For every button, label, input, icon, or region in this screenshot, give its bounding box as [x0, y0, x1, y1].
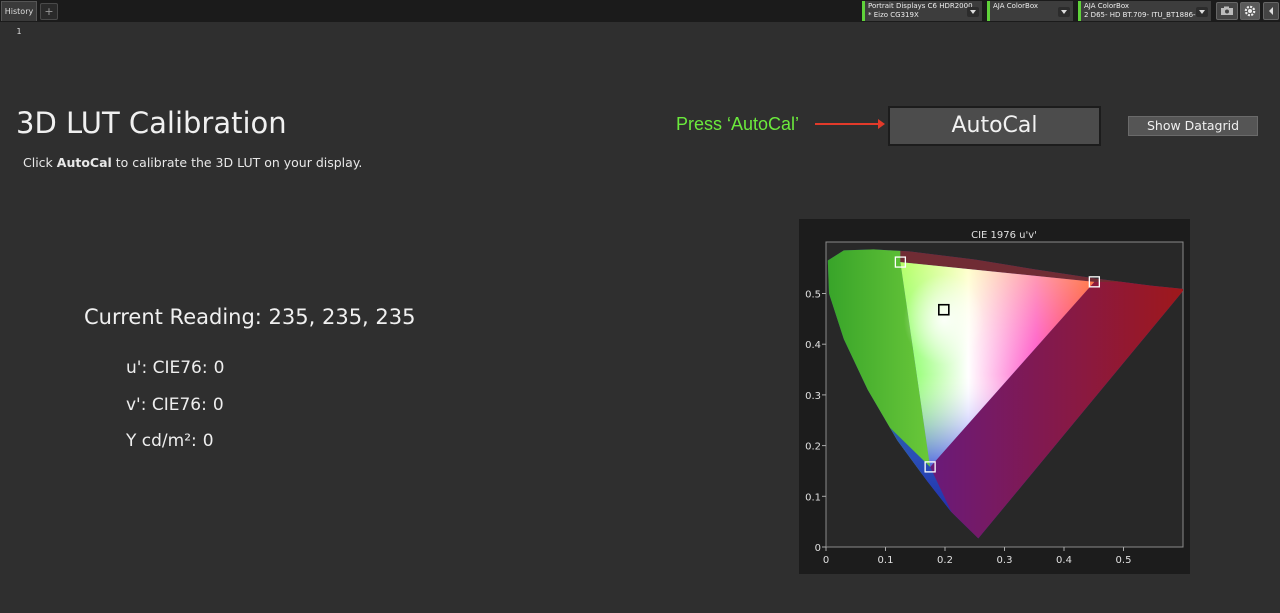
- device-selector-pattern-generator[interactable]: AJA ColorBox: [987, 1, 1073, 21]
- chevron-down-icon: [1196, 7, 1208, 17]
- v-prime-value: 0: [212, 395, 224, 415]
- current-reading: Current Reading: 235, 235, 235: [84, 305, 416, 329]
- cie-1976-uv-chart: CIE 1976 u'v' 00 0.1 0.1 0.2 0.2 0.3 0.3 0.4 0.4…: [805, 230, 1184, 566]
- y-tick-label: 0.4: [805, 340, 821, 351]
- tab-history-1[interactable]: History 1: [1, 1, 37, 36]
- y-tick-label: 0: [815, 543, 821, 554]
- y-tick-label: 0.5: [805, 290, 821, 301]
- u-prime-delta: u': CIE76: 0: [126, 358, 230, 378]
- chart-title: CIE 1976 u'v': [971, 230, 1037, 241]
- page-instructions: Click AutoCal to calibrate the 3D LUT on…: [23, 155, 362, 170]
- x-tick-label: 0: [823, 555, 829, 566]
- device-selector-lut-box[interactable]: AJA ColorBox 2 D65- HD BT.709- ITU_BT188…: [1078, 1, 1211, 21]
- gear-icon: [1244, 5, 1256, 17]
- x-tick-label: 0.4: [1056, 555, 1072, 566]
- device-name: Portrait Displays C6 HDR2000: [868, 2, 973, 10]
- camera-button[interactable]: [1216, 2, 1238, 20]
- add-tab-button[interactable]: +: [40, 3, 58, 20]
- device-name: AJA ColorBox: [1084, 2, 1130, 10]
- x-tick-label: 0.2: [937, 555, 953, 566]
- device-detail: 2 D65- HD BT.709- ITU_BT1886- 1: [1084, 11, 1203, 19]
- u-prime-value: 0: [213, 358, 225, 378]
- u-prime-label: u': CIE76:: [126, 358, 208, 378]
- camera-icon: [1221, 6, 1233, 15]
- luminance-label: Y cd/m²:: [126, 431, 197, 451]
- top-toolbar: History 1 + Portrait Displays C6 HDR2000…: [0, 0, 1280, 36]
- autocal-callout: Press ‘AutoCal’: [676, 114, 800, 134]
- chevron-left-icon: [1269, 7, 1273, 15]
- y-tick-label: 0.1: [805, 492, 821, 503]
- page-title: 3D LUT Calibration: [16, 106, 287, 140]
- device-detail: * Eizo CG319X: [868, 11, 919, 19]
- luminance-reading: Y cd/m²: 0: [126, 431, 220, 451]
- v-prime-label: v': CIE76:: [126, 395, 207, 415]
- callout-arrow: [815, 119, 885, 129]
- instruction-pre: Click: [23, 155, 57, 170]
- x-tick-label: 0.5: [1116, 555, 1132, 566]
- white-glow: [903, 274, 984, 365]
- collapse-button[interactable]: [1263, 2, 1279, 20]
- autocal-button[interactable]: AutoCal: [888, 106, 1101, 146]
- y-tick-label: 0.3: [805, 391, 821, 402]
- instruction-post: to calibrate the 3D LUT on your display.: [111, 155, 363, 170]
- luminance-value: 0: [202, 431, 214, 451]
- device-selector-meter[interactable]: Portrait Displays C6 HDR2000 * Eizo CG31…: [862, 1, 982, 21]
- x-tick-label: 0.3: [997, 555, 1013, 566]
- y-tick-label: 0.2: [805, 442, 821, 453]
- show-datagrid-button[interactable]: Show Datagrid: [1128, 116, 1258, 136]
- chevron-down-icon: [1058, 7, 1070, 17]
- chevron-down-icon: [967, 7, 979, 17]
- v-prime-delta: v': CIE76: 0: [126, 395, 230, 415]
- instruction-bold: AutoCal: [56, 155, 112, 170]
- x-tick-label: 0.1: [878, 555, 894, 566]
- settings-button[interactable]: [1240, 2, 1260, 20]
- cie-chart-panel: CIE 1976 u'v' 0 0 0.1 0.1 0.2 0.2 0.3 0.3 0.4 0.4…: [799, 219, 1190, 574]
